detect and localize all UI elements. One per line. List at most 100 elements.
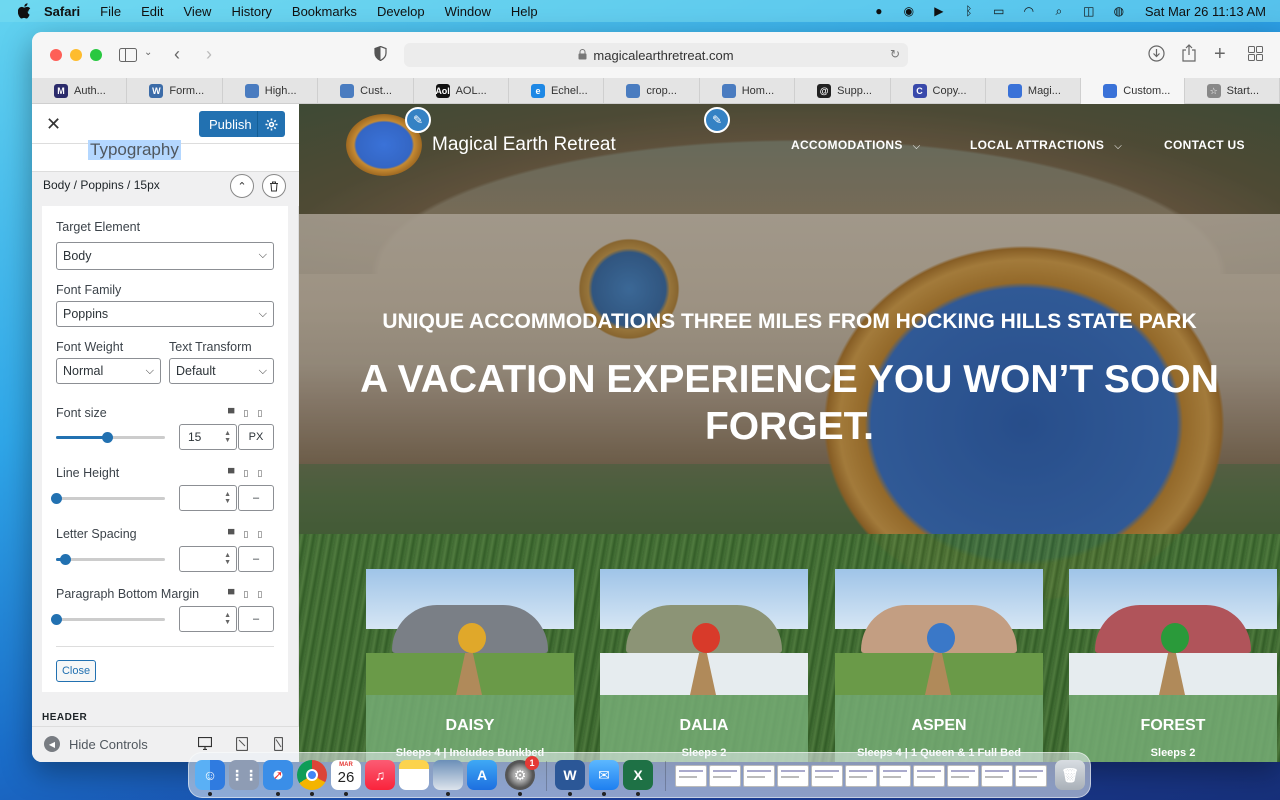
slider-handle[interactable]: [51, 493, 62, 504]
edit-menu-pencil-icon[interactable]: ✎: [704, 107, 730, 133]
address-bar[interactable]: magicalearthretreat.com ↻: [404, 43, 908, 67]
word-icon[interactable]: W: [555, 760, 585, 790]
card-name[interactable]: FOREST: [1069, 717, 1277, 735]
desktop-icon[interactable]: ▀: [228, 589, 234, 600]
close-customizer-icon[interactable]: ✕: [46, 114, 61, 134]
site-title[interactable]: Magical Earth Retreat: [432, 134, 616, 156]
preview-desktop-icon[interactable]: [197, 736, 213, 753]
app-store-icon[interactable]: A: [467, 760, 497, 790]
mobile-icon[interactable]: ▯: [257, 468, 262, 479]
card-name[interactable]: ASPEN: [835, 717, 1043, 735]
sidebar-toggle-icon[interactable]: [118, 46, 138, 64]
menu-file[interactable]: File: [100, 4, 121, 19]
downloads-icon[interactable]: [1148, 45, 1165, 62]
minimized-window-thumbnail[interactable]: [811, 765, 843, 787]
font-size-unit-button[interactable]: PX: [238, 424, 274, 450]
line-height-unit-button[interactable]: –: [238, 485, 274, 511]
tablet-icon[interactable]: ▯: [243, 529, 248, 540]
browser-tab[interactable]: M Auth...: [32, 78, 128, 104]
browser-tab[interactable]: Aol AOL...: [414, 78, 509, 104]
close-button[interactable]: Close: [56, 660, 96, 682]
apple-menu-icon[interactable]: [17, 3, 32, 19]
browser-tab[interactable]: W Form...: [127, 78, 223, 104]
minimized-window-thumbnail[interactable]: [709, 765, 741, 787]
accommodation-photo[interactable]: [366, 569, 574, 695]
menu-view[interactable]: View: [184, 4, 212, 19]
tab-overview-icon[interactable]: [1248, 46, 1263, 61]
letter-spacing-input[interactable]: ▲ ▼: [179, 546, 237, 572]
bluetooth-icon[interactable]: ᛒ: [961, 4, 977, 18]
slider-handle[interactable]: [59, 554, 71, 565]
desktop-icon[interactable]: ▀: [228, 529, 234, 540]
control-center-icon[interactable]: ◫: [1081, 4, 1097, 18]
preview-app-icon[interactable]: [433, 760, 463, 790]
browser-tab[interactable]: crop...: [604, 78, 700, 104]
card-name[interactable]: DAISY: [366, 717, 574, 735]
browser-tab[interactable]: Hom...: [700, 78, 796, 104]
stepper-arrows-icon[interactable]: ▲ ▼: [224, 612, 231, 626]
line-height-slider[interactable]: [51, 493, 165, 504]
trash-icon[interactable]: 🗑: [1055, 760, 1085, 790]
nav-local-attractions[interactable]: LOCAL ATTRACTIONS ⌵: [970, 138, 1122, 152]
play-status-icon[interactable]: ▶: [931, 4, 947, 18]
text-transform-select[interactable]: Default ⌵: [169, 358, 274, 384]
browser-tab[interactable]: Custom...: [1081, 78, 1185, 104]
zoom-window-button[interactable]: [90, 49, 102, 61]
minimized-window-thumbnail[interactable]: [675, 765, 707, 787]
minimized-window-thumbnail[interactable]: [777, 765, 809, 787]
notes-icon[interactable]: [399, 760, 429, 790]
delete-trash-icon[interactable]: [262, 174, 286, 198]
stepper-arrows-icon[interactable]: ▲ ▼: [224, 491, 231, 505]
desktop-icon[interactable]: ▀: [228, 408, 234, 419]
font-size-input[interactable]: 15 ▲ ▼: [179, 424, 237, 450]
calendar-icon[interactable]: MAR 26: [331, 760, 361, 790]
launchpad-icon[interactable]: ⋮⋮: [229, 760, 259, 790]
minimize-window-button[interactable]: [70, 49, 82, 61]
minimized-window-thumbnail[interactable]: [913, 765, 945, 787]
browser-tab[interactable]: e Echel...: [509, 78, 605, 104]
menubar-clock[interactable]: Sat Mar 26 11:13 AM: [1145, 4, 1266, 19]
menu-window[interactable]: Window: [445, 4, 491, 19]
mail-icon[interactable]: ✉: [589, 760, 619, 790]
minimized-window-thumbnail[interactable]: [1015, 765, 1047, 787]
system-preferences-icon[interactable]: ⚙ 1: [505, 756, 539, 790]
typography-item-row[interactable]: Body / Poppins / 15px ⌃: [32, 172, 299, 206]
font-family-select[interactable]: Poppins ⌵: [56, 301, 274, 327]
mobile-icon[interactable]: ▯: [257, 589, 262, 600]
accommodation-card[interactable]: ASPENSleeps 4 | 1 Queen & 1 Full Bed: [835, 569, 1043, 762]
wifi-icon[interactable]: ◠: [1021, 4, 1037, 18]
browser-tab[interactable]: C Copy...: [891, 78, 986, 104]
mobile-icon[interactable]: ▯: [257, 408, 262, 419]
menu-help[interactable]: Help: [511, 4, 538, 19]
accommodation-photo[interactable]: [835, 569, 1043, 695]
header-section-heading[interactable]: HEADER: [42, 712, 87, 723]
minimized-window-thumbnail[interactable]: [981, 765, 1013, 787]
minimized-window-thumbnail[interactable]: [879, 765, 911, 787]
browser-tab[interactable]: High...: [223, 78, 319, 104]
menu-bookmarks[interactable]: Bookmarks: [292, 4, 357, 19]
mobile-icon[interactable]: ▯: [257, 529, 262, 540]
accommodation-card[interactable]: FOREST Sleeps 2: [1069, 569, 1277, 762]
chrome-status-icon[interactable]: ◉: [901, 4, 917, 18]
letter-spacing-slider[interactable]: [56, 554, 165, 565]
paragraph-margin-unit-button[interactable]: –: [238, 606, 274, 632]
minimized-window-thumbnail[interactable]: [743, 765, 775, 787]
desktop-icon[interactable]: ▀: [228, 468, 234, 479]
browser-tab[interactable]: Magi...: [986, 78, 1082, 104]
collapse-chevron-up-icon[interactable]: ⌃: [230, 174, 254, 198]
menu-app-name[interactable]: Safari: [44, 4, 80, 19]
safari-icon[interactable]: ➚: [263, 760, 293, 790]
finder-icon[interactable]: ☺: [195, 760, 225, 790]
slider-handle[interactable]: [102, 432, 114, 443]
accommodation-photo[interactable]: [1069, 569, 1277, 695]
sidebar-menu-chevron-icon[interactable]: ⌄: [144, 47, 152, 58]
siri-icon[interactable]: ◍: [1111, 4, 1127, 18]
excel-icon[interactable]: X: [623, 760, 653, 790]
site-preview[interactable]: ✎ Magical Earth Retreat ✎ ACCOMODATIONS ⌵…: [299, 104, 1280, 762]
nav-contact-us[interactable]: CONTACT US: [1164, 138, 1245, 152]
menu-develop[interactable]: Develop: [377, 4, 425, 19]
tablet-icon[interactable]: ▯: [243, 589, 248, 600]
slider-handle[interactable]: [51, 614, 62, 625]
music-icon[interactable]: ♫: [365, 760, 395, 790]
forward-icon[interactable]: ›: [206, 44, 212, 65]
